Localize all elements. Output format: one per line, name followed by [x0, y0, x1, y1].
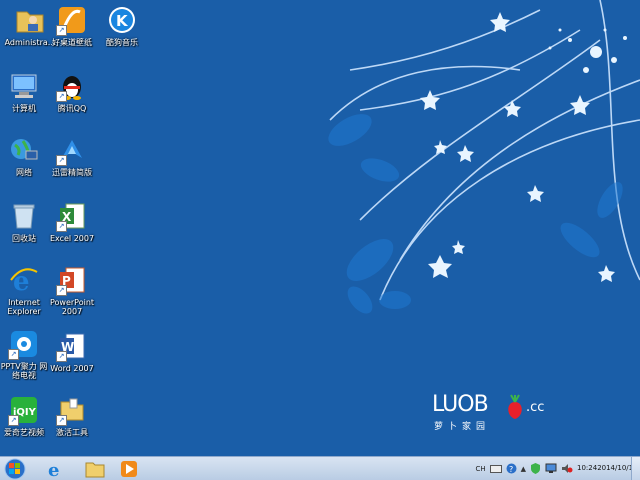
icon-label: PowerPoint 2007	[49, 298, 95, 316]
computer-icon	[8, 70, 40, 102]
show-desktop-button[interactable]	[631, 457, 640, 480]
internet-explorer-icon: e	[8, 264, 40, 296]
taskbar-explorer-button[interactable]	[78, 458, 112, 479]
shortcut-arrow-icon: ↗	[56, 285, 67, 296]
clock-time: 10:24	[577, 464, 598, 472]
taskbar-media-player-button[interactable]	[112, 458, 146, 479]
powerpoint-icon: P ↗	[56, 264, 88, 296]
iqiyi-icon: iQIY ↗	[8, 394, 40, 426]
desktop-icon-powerpoint[interactable]: P ↗ PowerPoint 2007	[44, 264, 100, 316]
icon-label: 酷狗音乐	[106, 38, 138, 47]
svg-text:?: ?	[509, 465, 513, 474]
svg-text:K: K	[116, 12, 129, 30]
desktop-icon-word[interactable]: W ↗ Word 2007	[44, 330, 100, 373]
word-icon: W ↗	[56, 330, 88, 362]
shortcut-arrow-icon: ↗	[56, 25, 67, 36]
desktop-icon-xunlei[interactable]: ↗ 迅雷精简版	[44, 134, 100, 177]
taskbar-ie-button[interactable]: e	[38, 458, 72, 479]
clock[interactable]: 10:24 2014/10/18	[577, 464, 638, 473]
folder-icon: ↗	[56, 394, 88, 426]
tray-volume-icon[interactable]	[561, 463, 573, 474]
shortcut-arrow-icon: ↗	[56, 351, 67, 362]
desktop-icon-qq[interactable]: ↗ 腾讯QQ	[44, 70, 100, 113]
media-player-icon	[121, 460, 137, 477]
tray-help-icon[interactable]: ?	[506, 463, 517, 474]
tray-network-icon[interactable]	[545, 463, 557, 474]
icon-label: Word 2007	[50, 364, 94, 373]
system-tray: CH ? ▲ 10:24 2014/10/18	[473, 457, 640, 480]
desktop[interactable]: Administra... 计算机 网络 回收站 e Internet Expl…	[0, 0, 640, 480]
qq-penguin-icon: ↗	[56, 70, 88, 102]
shortcut-arrow-icon: ↗	[8, 415, 19, 426]
desktop-icon-kugou[interactable]: K 酷狗音乐	[94, 4, 150, 47]
icon-label: 腾讯QQ	[57, 104, 87, 113]
luobo-logo: LUOB .cc 萝卜家园	[432, 392, 552, 440]
kugou-music-icon: K	[106, 4, 138, 36]
icon-label: Excel 2007	[49, 234, 95, 243]
logo-subtitle: 萝卜家园	[434, 422, 491, 432]
desktop-icon-activation-tool[interactable]: ↗ 激活工具	[44, 394, 100, 437]
shortcut-arrow-icon: ↗	[8, 349, 19, 360]
network-globe-icon	[8, 134, 40, 166]
internet-explorer-icon: e	[48, 460, 59, 479]
excel-icon: X ↗	[56, 200, 88, 232]
pptv-icon: ↗	[8, 328, 40, 360]
recycle-bin-icon	[8, 200, 40, 232]
shortcut-arrow-icon: ↗	[56, 415, 67, 426]
user-folder-icon	[14, 4, 46, 36]
windows-logo-icon	[4, 458, 26, 480]
radish-icon	[508, 394, 522, 419]
shortcut-arrow-icon: ↗	[56, 91, 67, 102]
xunlei-bird-icon: ↗	[56, 134, 88, 166]
wallpaper-app-icon: ↗	[56, 4, 88, 36]
shortcut-arrow-icon: ↗	[56, 221, 67, 232]
icon-label: 迅雷精简版	[52, 168, 92, 177]
shortcut-arrow-icon: ↗	[56, 155, 67, 166]
taskbar: e CH ? ▲ 10:24 2014/10/18	[0, 456, 640, 480]
tray-keyboard-icon[interactable]	[489, 464, 502, 474]
svg-text:e: e	[48, 460, 59, 479]
tray-expand-arrow-icon[interactable]: ▲	[521, 465, 526, 473]
logo-main-text: LUOB	[432, 392, 489, 417]
language-indicator[interactable]: CH	[475, 465, 485, 473]
start-button[interactable]	[2, 458, 28, 480]
logo-domain-text: .cc	[526, 400, 545, 415]
icon-label: 激活工具	[56, 428, 88, 437]
tray-security-icon[interactable]	[530, 463, 541, 474]
desktop-icon-excel[interactable]: X ↗ Excel 2007	[44, 200, 100, 243]
folder-icon	[85, 462, 105, 477]
